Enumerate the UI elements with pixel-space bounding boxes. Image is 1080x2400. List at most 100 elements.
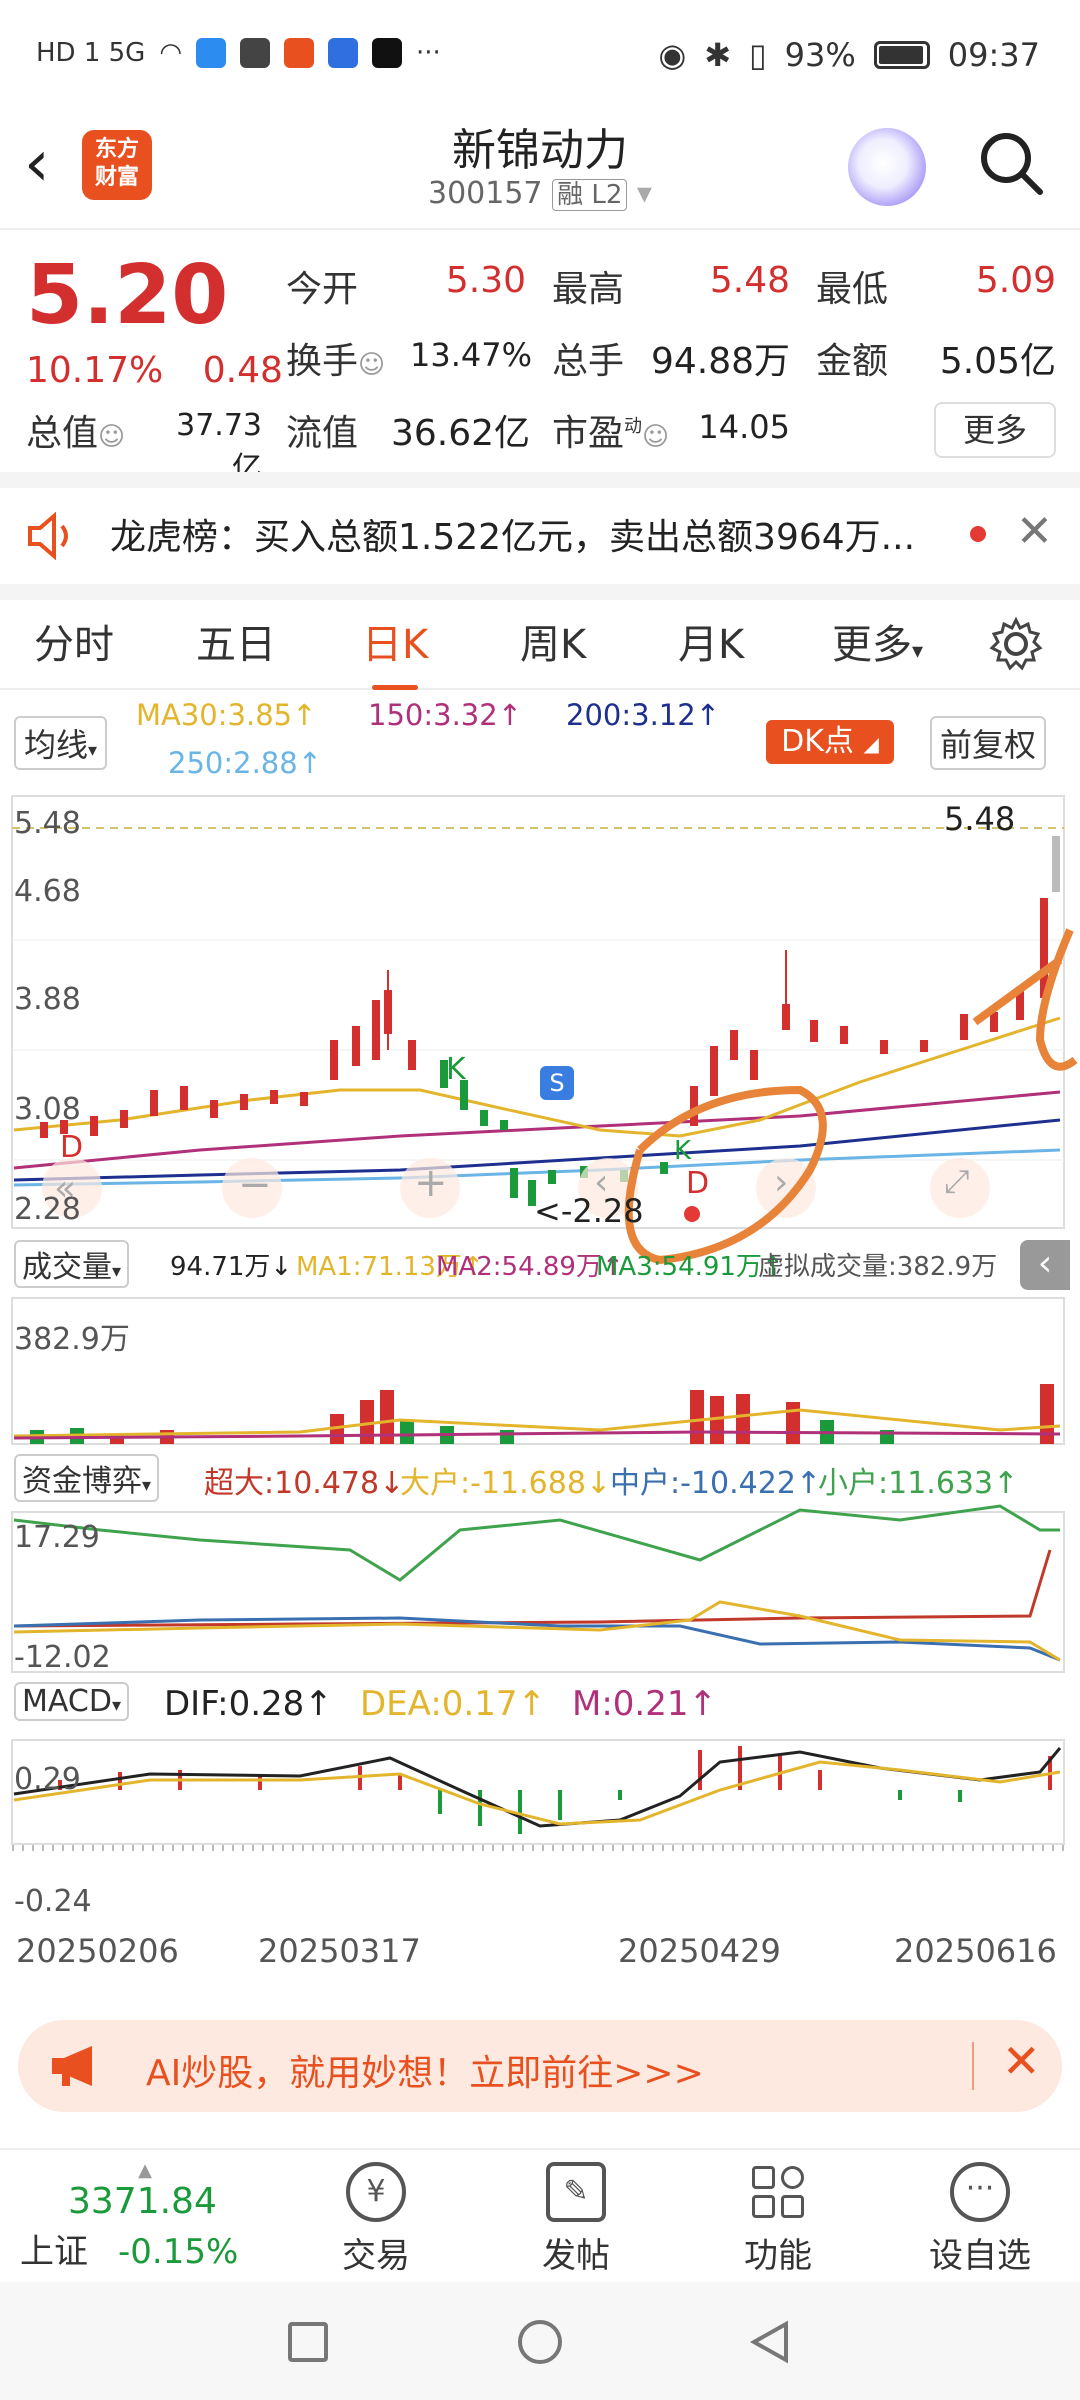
recents-icon[interactable]	[288, 2322, 328, 2362]
back-nav-icon[interactable]	[748, 2320, 792, 2364]
info-icon[interactable]: ☺	[98, 422, 125, 452]
adjust-button[interactable]: 前复权	[930, 716, 1047, 770]
price-axis-label: 3.88	[14, 982, 81, 1017]
float-label: 流值	[286, 413, 359, 454]
stock-tags: 融 L2	[552, 179, 628, 211]
nav-add-watchlist[interactable]: ··· 设自选	[910, 2162, 1050, 2277]
nav-trade-label: 交易	[342, 2236, 410, 2276]
capital-small: 小户:11.633↑	[818, 1466, 1019, 1501]
quote-panel: 5.20 10.17% 0.48 今开 5.30 最高 5.48 最低 5.09…	[0, 232, 1080, 486]
collapse-panel-icon[interactable]: ‹	[1020, 1240, 1070, 1290]
capital-selector[interactable]: 资金博弈▾	[14, 1454, 160, 1502]
macd-axis-bottom: -0.24	[14, 1884, 92, 1919]
mktcap-label: 总值☺	[26, 404, 125, 456]
volume-legend: 成交量▾ 94.71万↓ MA1:71.13万↑ MA2:54.89万↑ MA3…	[0, 1238, 1080, 1294]
close-icon[interactable]: ✕	[1002, 2034, 1041, 2088]
ma-legend: 均线▾ MA30:3.85↑ 150:3.32↑ 200:3.12↑ 250:2…	[0, 692, 1080, 788]
current-price: 5.20	[26, 248, 229, 343]
wifi-icon: ◠	[159, 38, 183, 68]
tab-monthly-k[interactable]: 月K	[678, 612, 744, 670]
chevron-down-icon: ▾	[112, 1261, 122, 1282]
notice-bar[interactable]: 龙虎榜：买入总额1.522亿元，卖出总额3964万... ✕	[0, 488, 1080, 584]
chart-tabs: 分时 五日 日K 周K 月K 更多▾	[0, 600, 1080, 690]
macd-selector[interactable]: MACD▾	[14, 1682, 129, 1721]
volume-selector[interactable]: 成交量▾	[14, 1240, 130, 1288]
ma200-label: 200:3.12↑	[566, 698, 720, 732]
ma150-label: 150:3.32↑	[368, 698, 522, 732]
info-icon[interactable]: ☺	[642, 422, 669, 452]
eye-icon: ◉	[658, 36, 687, 74]
chevron-down-icon[interactable]: ▾	[637, 176, 652, 211]
unread-dot	[970, 526, 986, 542]
chevron-left-icon[interactable]: ‹	[594, 1162, 608, 1203]
capital-axis-bottom: -12.02	[14, 1640, 111, 1675]
info-icon[interactable]: ☺	[358, 350, 385, 380]
more-dots-icon: ···	[950, 2162, 1010, 2222]
index-widget[interactable]: ▲ 3371.84 上证 -0.15%	[20, 2160, 270, 2273]
index-value: 3371.84	[68, 2181, 217, 2222]
k-marker: K	[446, 1052, 466, 1087]
dk-point-button[interactable]: DK点 ◢	[766, 720, 894, 764]
ma-selector[interactable]: 均线▾	[14, 716, 108, 770]
macd-selector-label: MACD	[22, 1684, 112, 1719]
s-marker[interactable]: S	[540, 1066, 574, 1100]
tab-five-day[interactable]: 五日	[196, 612, 276, 670]
tab-intraday[interactable]: 分时	[34, 612, 114, 670]
app-header: ‹ 东方财富 新锦动力 300157 融 L2 ▾	[0, 110, 1080, 230]
home-icon[interactable]	[518, 2320, 562, 2364]
macd-dif: DIF:0.28↑	[164, 1684, 333, 1724]
zoom-in-icon[interactable]: +	[414, 1160, 448, 1206]
date-label: 20250206	[16, 1932, 179, 1970]
volume-value: 94.71万↓	[170, 1252, 293, 1282]
close-icon[interactable]: ✕	[1016, 506, 1053, 557]
clock: 09:37	[947, 36, 1040, 74]
ai-assistant-icon[interactable]	[848, 128, 926, 206]
nav-post-label: 发帖	[542, 2236, 610, 2276]
nav-functions[interactable]: 功能	[708, 2162, 848, 2277]
macd-m: M:0.21↑	[572, 1684, 717, 1724]
status-left: HD 1 5G ◠ ···	[36, 38, 441, 68]
fullscreen-icon[interactable]: ⤢	[944, 1162, 970, 1201]
settings-gear-icon[interactable]	[988, 616, 1044, 672]
zoom-out-icon[interactable]: −	[238, 1162, 272, 1208]
volume-ma3: MA3:54.91万↑	[596, 1252, 784, 1282]
ai-promo-banner[interactable]: AI炒股，就用妙想！立即前往>>> ✕	[18, 2020, 1062, 2112]
promo-text: AI炒股，就用妙想！立即前往>>>	[146, 2053, 704, 2094]
bluetooth-icon: ✱	[704, 36, 732, 74]
app-notification-icon	[196, 38, 227, 68]
pe-value: 14.05	[698, 408, 790, 446]
chevron-right-icon[interactable]: ›	[774, 1162, 788, 1203]
divider	[0, 472, 1080, 488]
tab-daily-k[interactable]: 日K	[362, 612, 428, 690]
megaphone-icon	[52, 2046, 92, 2086]
change-amount: 0.48	[202, 350, 283, 391]
more-button[interactable]: 更多	[934, 402, 1056, 458]
low-price-tag: <-2.28	[534, 1192, 644, 1230]
price-axis-label: 5.48	[14, 806, 81, 841]
tab-weekly-k[interactable]: 周K	[520, 612, 586, 670]
volume-label: 总手	[552, 341, 625, 382]
rewind-icon[interactable]: «	[54, 1168, 76, 1209]
capital-axis-top: 17.29	[14, 1520, 100, 1555]
date-label: 20250317	[258, 1932, 421, 1970]
battery-icon	[873, 41, 930, 69]
kline-chart-area[interactable]: 5.48 4.68 3.88 3.08 2.28 5.48 <-2.28 K D…	[0, 790, 1080, 2000]
search-icon[interactable]	[976, 128, 1048, 200]
volume-axis-label: 382.9万	[14, 1322, 130, 1357]
trade-icon: ¥	[346, 2162, 406, 2222]
tab-more[interactable]: 更多▾	[832, 612, 923, 670]
nav-trade[interactable]: ¥ 交易	[306, 2162, 446, 2277]
nav-post[interactable]: ✎ 发帖	[506, 2162, 646, 2277]
index-change: -0.15%	[118, 2232, 239, 2272]
divider	[972, 2042, 974, 2090]
low-value: 5.09	[975, 260, 1056, 301]
chevron-down-icon: ▾	[142, 1475, 152, 1496]
capital-super: 超大:10.478↓	[204, 1466, 405, 1501]
app-notification-icon	[240, 38, 271, 68]
turnover-value: 13.47%	[410, 336, 533, 374]
capital-selector-label: 资金博弈	[22, 1464, 142, 1499]
macd-bars	[58, 1746, 1052, 1834]
high-value: 5.48	[709, 260, 790, 301]
price-axis-label: 3.08	[14, 1092, 81, 1127]
amount-label: 金额	[816, 341, 889, 382]
